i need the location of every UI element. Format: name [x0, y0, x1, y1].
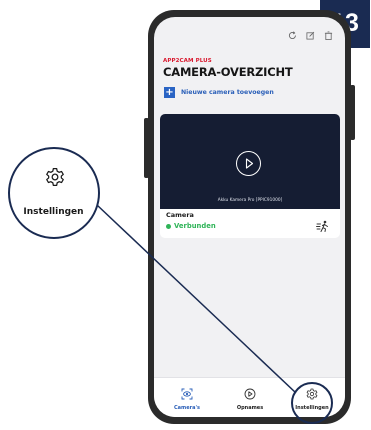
settings-callout: Instellingen — [8, 147, 100, 239]
callout-label: Instellingen — [23, 207, 84, 217]
gear-icon — [46, 168, 64, 186]
